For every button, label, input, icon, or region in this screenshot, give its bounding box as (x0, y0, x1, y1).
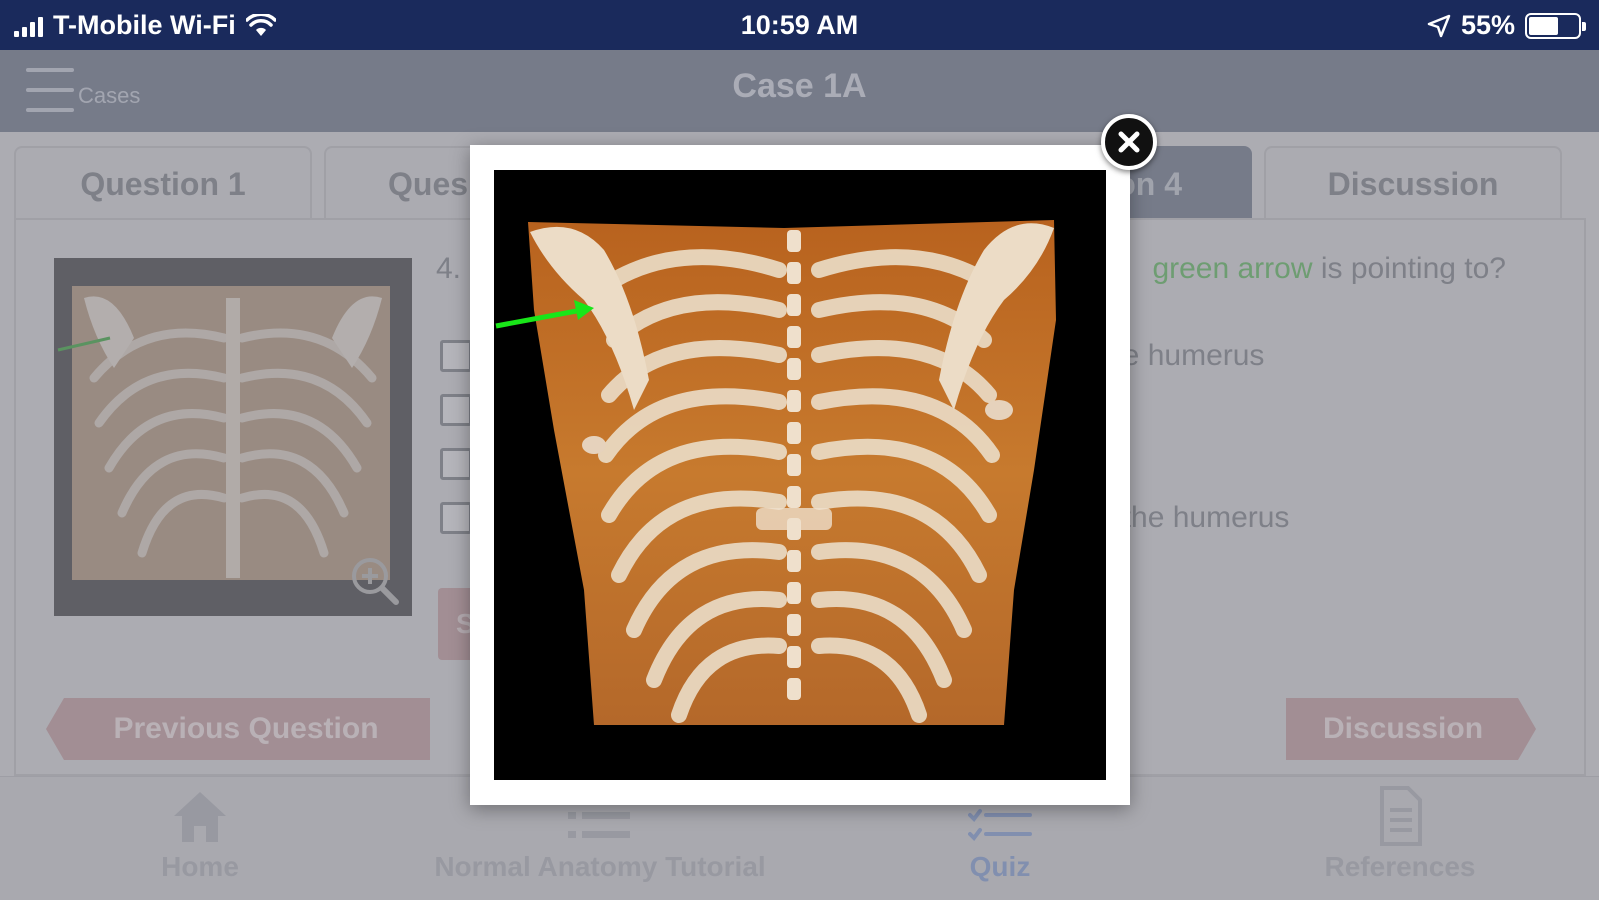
modal-chest-image (494, 170, 1106, 780)
status-time: 10:59 AM (740, 10, 859, 40)
status-right: 55% (1427, 10, 1586, 41)
location-arrow-icon (1427, 14, 1451, 37)
close-icon (1118, 131, 1140, 153)
status-bar: T-Mobile Wi-Fi 10:59 AM 55% (0, 0, 1599, 50)
battery-fill (1529, 16, 1558, 35)
battery-percent: 55% (1460, 10, 1515, 40)
close-modal-button[interactable] (1101, 114, 1157, 170)
battery-icon (1525, 12, 1586, 39)
image-modal (470, 145, 1130, 805)
chest-ct-rendering (495, 220, 1056, 725)
